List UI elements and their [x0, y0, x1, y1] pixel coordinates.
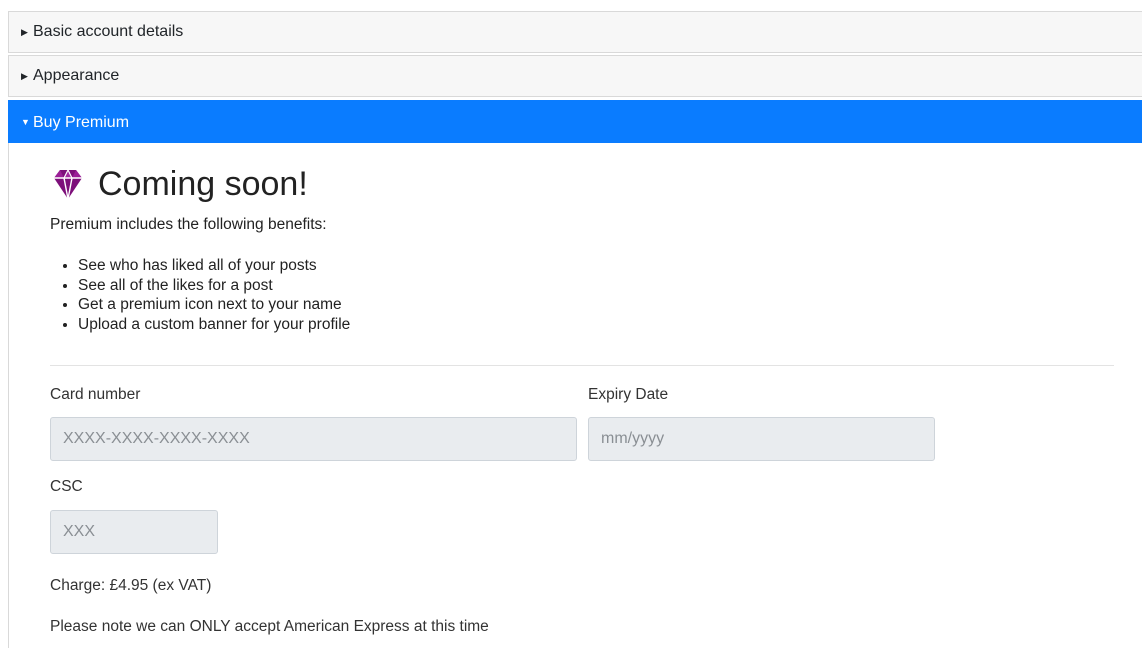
- list-item: See who has liked all of your posts: [78, 256, 350, 276]
- card-number-label: Card number: [50, 386, 141, 403]
- amex-note: Please note we can ONLY accept American …: [50, 618, 489, 635]
- caret-right-icon: ▶: [21, 71, 28, 81]
- accordion-label: Basic account details: [33, 23, 184, 40]
- csc-input[interactable]: [50, 510, 218, 554]
- accordion-label: Buy Premium: [33, 114, 130, 131]
- premium-title-row: Coming soon!: [48, 162, 308, 206]
- gem-icon: [54, 169, 82, 200]
- benefits-list: See who has liked all of your posts See …: [50, 256, 350, 334]
- card-number-input[interactable]: [50, 417, 577, 461]
- accordion-label: Appearance: [33, 67, 120, 84]
- charge-text: Charge: £4.95 (ex VAT): [50, 577, 212, 594]
- accordion-basic-account-details[interactable]: ▶ Basic account details: [8, 11, 1142, 53]
- divider: [50, 365, 1114, 366]
- caret-right-icon: ▶: [21, 27, 28, 37]
- settings-page: ▶ Basic account details ▶ Appearance ▼ B…: [0, 0, 1142, 648]
- premium-title: Coming soon!: [98, 164, 308, 203]
- buy-premium-panel: Coming soon! Premium includes the follow…: [8, 143, 1142, 648]
- list-item: Get a premium icon next to your name: [78, 295, 350, 315]
- premium-intro: Premium includes the following benefits:: [50, 216, 327, 233]
- csc-label: CSC: [50, 478, 83, 495]
- accordion-buy-premium[interactable]: ▼ Buy Premium: [8, 100, 1142, 143]
- caret-down-icon: ▼: [21, 117, 30, 127]
- list-item: Upload a custom banner for your profile: [78, 315, 350, 335]
- list-item: See all of the likes for a post: [78, 276, 350, 296]
- accordion-appearance[interactable]: ▶ Appearance: [8, 55, 1142, 97]
- expiry-date-input[interactable]: [588, 417, 935, 461]
- expiry-date-label: Expiry Date: [588, 386, 669, 403]
